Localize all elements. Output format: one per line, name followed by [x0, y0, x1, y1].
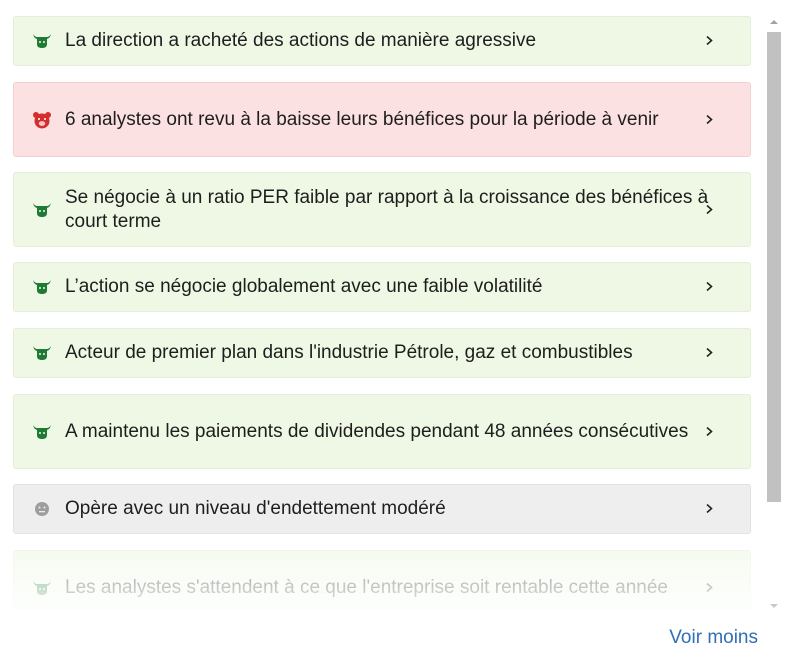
- scroll-down-arrow-icon[interactable]: [769, 602, 779, 610]
- bull-icon: [32, 200, 52, 220]
- insight-item[interactable]: L’action se négocie globalement avec une…: [13, 262, 751, 312]
- insight-item[interactable]: Se négocie à un ratio PER faible par rap…: [13, 172, 751, 247]
- insights-list: La direction a racheté des actions de ma…: [13, 16, 751, 610]
- insight-item[interactable]: Les analystes s'attendent à ce que l'ent…: [13, 550, 751, 610]
- chevron-right-icon: [706, 114, 713, 124]
- insight-item[interactable]: 6 analystes ont revu à la baisse leurs b…: [13, 82, 751, 157]
- chevron-right-icon: [706, 426, 713, 436]
- insight-text: A maintenu les paiements de dividendes p…: [65, 420, 689, 442]
- insight-item[interactable]: Opère avec un niveau d'endettement modér…: [13, 484, 751, 534]
- scrollbar-thumb[interactable]: [767, 32, 781, 502]
- insight-text: Opère avec un niveau d'endettement modér…: [65, 498, 446, 519]
- chevron-right-icon: [706, 504, 713, 513]
- chevron-right-icon: [706, 582, 713, 592]
- chevron-right-icon: [706, 36, 713, 45]
- bull-icon: [32, 277, 52, 297]
- chevron-right-icon: [706, 348, 713, 357]
- bull-icon: [32, 422, 52, 442]
- scroll-up-arrow-icon[interactable]: [769, 18, 779, 26]
- insight-text: Se négocie à un ratio PER faible par rap…: [65, 186, 709, 232]
- insight-item[interactable]: Acteur de premier plan dans l'industrie …: [13, 328, 751, 378]
- insight-text: La direction a racheté des actions de ma…: [65, 30, 537, 51]
- bull-icon: [32, 343, 52, 363]
- bull-icon: [32, 31, 52, 51]
- insight-text: Acteur de premier plan dans l'industrie …: [65, 342, 633, 363]
- bull-icon: [32, 578, 52, 598]
- insight-item[interactable]: A maintenu les paiements de dividendes p…: [13, 394, 751, 469]
- chevron-right-icon: [706, 282, 713, 291]
- neutral-face-icon: [32, 499, 52, 519]
- insight-item[interactable]: La direction a racheté des actions de ma…: [13, 16, 751, 66]
- insight-text: Les analystes s'attendent à ce que l'ent…: [65, 576, 668, 598]
- bear-icon: [32, 110, 52, 130]
- chevron-right-icon: [706, 204, 713, 214]
- insight-text: 6 analystes ont revu à la baisse leurs b…: [65, 108, 659, 130]
- insight-text: L’action se négocie globalement avec une…: [65, 276, 543, 297]
- scrollbar[interactable]: [765, 16, 783, 610]
- voir-moins-link[interactable]: Voir moins: [669, 627, 758, 649]
